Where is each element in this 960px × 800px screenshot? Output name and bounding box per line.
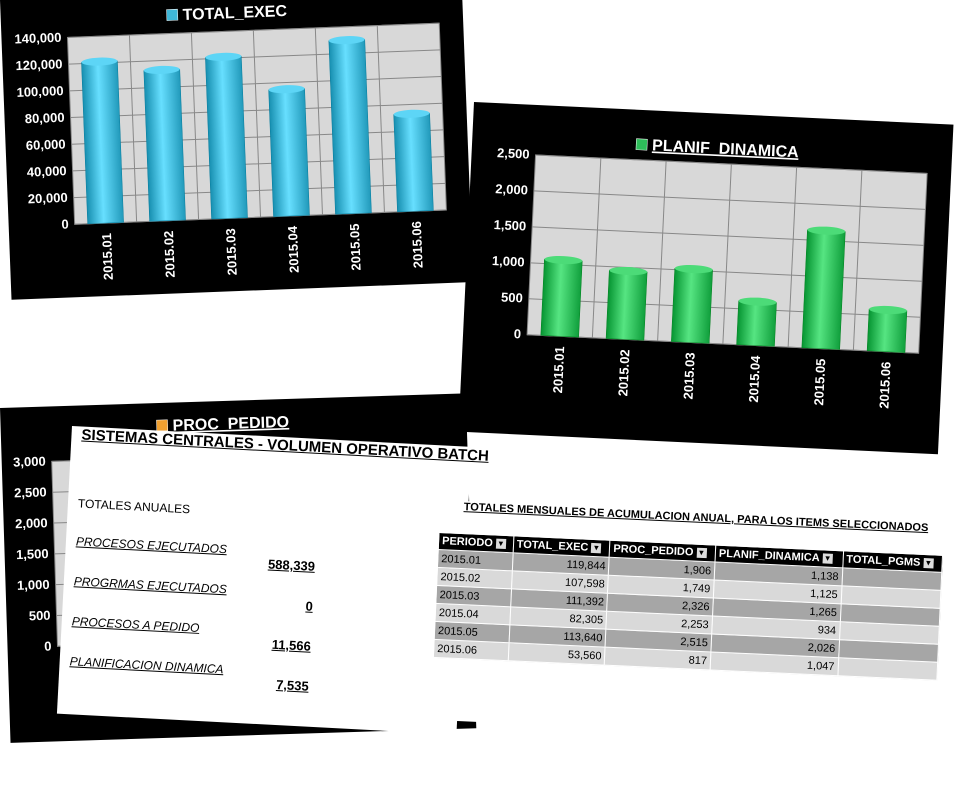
x-tick-label: 2015.03 xyxy=(223,228,240,276)
bar-2015.03 xyxy=(205,55,248,220)
y-tick-label: 120,000 xyxy=(15,56,63,73)
planif-dinamica-chart: PLANIF_DINAMICA 0 500 1,000 1,500 2,000 2,500 2… xyxy=(492,137,928,409)
y-tick-label: 2,000 xyxy=(495,181,528,198)
total-label-planificacion-dinamica: PLANIFICACION DINAMICA xyxy=(69,654,224,677)
x-tick-label: 2015.02 xyxy=(161,230,178,278)
y-tick-label: 0 xyxy=(514,326,522,341)
planif-dinamica-chart-panel: PLANIF_DINAMICA 0 500 1,000 1,500 2,000 2,500 2… xyxy=(458,102,954,455)
monthly-sheet: TOTALES MENSUALES DE ACUMULACION ANUAL, … xyxy=(430,500,960,744)
y-tick-label: 40,000 xyxy=(27,163,67,180)
filter-dropdown-icon[interactable]: ▾ xyxy=(696,547,707,559)
bar-2015.02 xyxy=(143,68,186,222)
bar-2015.05 xyxy=(801,229,846,350)
legend-swatch xyxy=(635,138,648,151)
summary-sheet: SISTEMAS CENTRALES - VOLUMEN OPERATIVO B… xyxy=(56,426,489,735)
x-tick-label: 2015.01 xyxy=(550,346,567,394)
total-label-procesos-ejecutados: PROCESOS EJECUTADOS xyxy=(75,534,228,557)
y-tick-label: 2,500 xyxy=(14,484,47,500)
total-value-planificacion-dinamica: 7,535 xyxy=(275,677,310,694)
bar-2015.04 xyxy=(736,300,777,347)
table-cell[interactable]: 2015.06 xyxy=(433,639,509,661)
x-tick-label: 2015.05 xyxy=(811,358,828,406)
y-tick-label: 20,000 xyxy=(28,190,68,207)
total-value-programas-ejecutados: 0 xyxy=(305,598,314,614)
total-exec-chart: TOTAL_EXEC 0 20,000 40,000 60,000 80,000 100,0… xyxy=(14,3,447,281)
x-tick-label: 2015.01 xyxy=(99,233,116,281)
filter-dropdown-icon[interactable]: ▾ xyxy=(822,553,833,564)
totals-header: TOTALES ANUALES xyxy=(77,496,191,517)
x-tick-label: 2015.04 xyxy=(746,354,763,402)
bar-2015.03 xyxy=(671,267,713,344)
y-tick-label: 500 xyxy=(29,608,51,624)
total-label-programas-ejecutados: PROGRMAS EJECUTADOS xyxy=(73,574,228,597)
x-tick-label: 2015.03 xyxy=(681,352,698,400)
bar-2015.04 xyxy=(268,88,310,217)
table-cell[interactable]: 817 xyxy=(604,647,711,670)
monthly-title: TOTALES MENSUALES DE ACUMULACION ANUAL, … xyxy=(463,501,929,535)
chart-title: PLANIF_DINAMICA xyxy=(652,137,800,161)
bar-2015.01 xyxy=(81,60,124,225)
y-tick-label: 1,000 xyxy=(17,577,50,593)
bar-2015.06 xyxy=(393,112,434,213)
total-exec-chart-panel: TOTAL_EXEC 0 20,000 40,000 60,000 80,000 100,0… xyxy=(0,0,474,300)
bar-2015.02 xyxy=(605,269,648,341)
y-tick-label: 2,000 xyxy=(15,515,48,531)
y-tick-label: 1,500 xyxy=(16,546,49,562)
legend-swatch xyxy=(166,8,179,21)
y-tick-label: 3,000 xyxy=(13,454,46,470)
bar-2015.05 xyxy=(328,39,372,215)
filter-dropdown-icon[interactable]: ▾ xyxy=(591,543,602,554)
y-tick-label: 60,000 xyxy=(26,136,66,153)
legend-swatch xyxy=(156,419,169,432)
y-tick-label: 0 xyxy=(61,217,69,232)
bar-2015.01 xyxy=(540,258,583,338)
total-value-procesos-ejecutados: 588,339 xyxy=(267,556,316,574)
x-tick-label: 2015.05 xyxy=(347,223,364,271)
y-tick-label: 2,500 xyxy=(497,145,530,162)
total-label-procesos-a-pedido: PROCESOS A PEDIDO xyxy=(71,614,200,635)
filter-dropdown-icon[interactable]: ▾ xyxy=(923,558,934,569)
y-tick-label: 1,500 xyxy=(493,217,526,234)
y-tick-label: 500 xyxy=(501,290,523,306)
y-tick-label: 140,000 xyxy=(14,30,62,47)
total-value-procesos-a-pedido: 11,566 xyxy=(271,636,312,654)
table-cell[interactable]: 53,560 xyxy=(507,642,606,666)
x-tick-label: 2015.06 xyxy=(409,221,426,269)
y-tick-label: 80,000 xyxy=(25,110,65,127)
chart-title: TOTAL_EXEC xyxy=(182,3,287,24)
x-tick-label: 2015.06 xyxy=(876,361,893,409)
bar-2015.06 xyxy=(866,308,908,353)
y-tick-label: 0 xyxy=(44,639,52,654)
y-tick-label: 100,000 xyxy=(16,83,64,100)
y-tick-label: 1,000 xyxy=(492,253,525,270)
x-tick-label: 2015.04 xyxy=(285,225,302,273)
filter-dropdown-icon[interactable]: ▾ xyxy=(495,538,507,550)
x-tick-label: 2015.02 xyxy=(615,349,632,397)
table-cell[interactable] xyxy=(837,657,938,681)
monthly-table: PERIODO ▾ TOTAL_EXEC ▾ PROC_PEDIDO ▾ PLANIF… xyxy=(433,532,943,681)
